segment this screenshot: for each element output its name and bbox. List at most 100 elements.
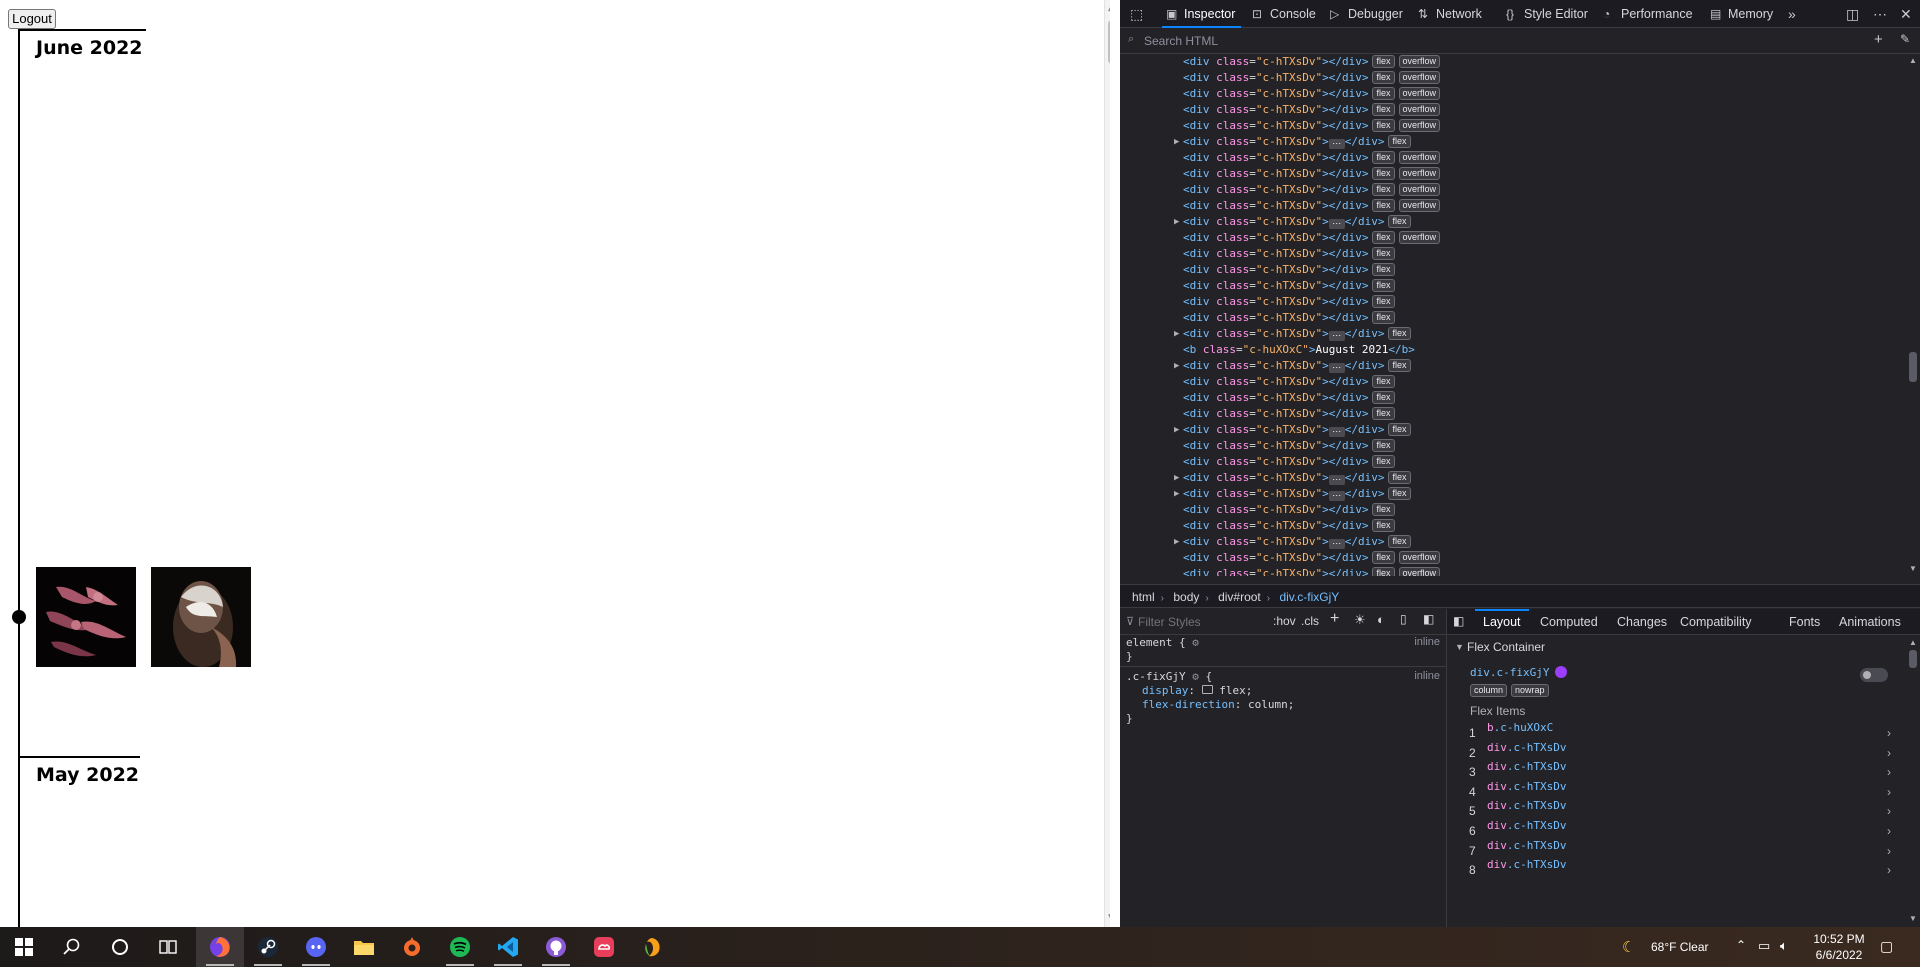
- property-name[interactable]: display: [1142, 684, 1188, 697]
- ellipsis-icon[interactable]: ···: [1328, 427, 1345, 437]
- hover-state-toggle[interactable]: :hov: [1273, 614, 1296, 628]
- ellipsis-icon[interactable]: ···: [1328, 475, 1345, 485]
- vscode-icon[interactable]: [484, 927, 532, 967]
- markup-node[interactable]: <b class="c-huXOxC">August 2021</b>: [1120, 342, 1906, 358]
- gear-icon[interactable]: ⚙: [1192, 636, 1199, 649]
- clock-time[interactable]: 10:52 PM: [1810, 932, 1868, 946]
- ellipsis-icon[interactable]: ···: [1328, 331, 1345, 341]
- creative-cloud-icon[interactable]: [580, 927, 628, 967]
- breadcrumb-item[interactable]: div#root: [1218, 590, 1261, 604]
- markup-node[interactable]: <div class="c-hTXsDv"></div> flex: [1120, 438, 1906, 454]
- property-value[interactable]: column;: [1248, 698, 1294, 711]
- markup-node[interactable]: <div class="c-hTXsDv"></div> flex: [1120, 246, 1906, 262]
- search-html-input[interactable]: [1144, 32, 1844, 50]
- markup-node[interactable]: <div class="c-hTXsDv"></div> flex overflow: [1120, 566, 1906, 576]
- flex-item-name[interactable]: div.c-hTXsDv: [1487, 780, 1566, 793]
- badge-flex[interactable]: flex: [1372, 567, 1395, 576]
- markup-node[interactable]: <div class="c-hTXsDv"></div> flex overflow: [1120, 182, 1906, 198]
- badge-overflow[interactable]: overflow: [1398, 231, 1441, 244]
- markup-node[interactable]: <div class="c-hTXsDv"></div> flex overflow: [1120, 550, 1906, 566]
- badge-flex[interactable]: flex: [1372, 167, 1395, 180]
- badge-flex[interactable]: flex: [1388, 535, 1411, 548]
- color-swatch[interactable]: [1555, 666, 1567, 678]
- badge-flex[interactable]: flex: [1388, 215, 1411, 228]
- github-desktop-icon[interactable]: [532, 927, 580, 967]
- badge-flex[interactable]: flex: [1388, 471, 1411, 484]
- badge-overflow[interactable]: overflow: [1398, 567, 1441, 576]
- badge-flex[interactable]: flex: [1388, 359, 1411, 372]
- badge-flex[interactable]: flex: [1388, 327, 1411, 340]
- ellipsis-icon[interactable]: ···: [1328, 139, 1345, 149]
- markup-node[interactable]: <div class="c-hTXsDv"></div> flex overflow: [1120, 102, 1906, 118]
- property-name[interactable]: flex-direction: [1142, 698, 1235, 711]
- tab-inspector[interactable]: ▣ Inspector: [1162, 0, 1242, 28]
- ellipsis-icon[interactable]: ···: [1328, 491, 1345, 501]
- chevron-right-icon[interactable]: ›: [1887, 858, 1891, 882]
- markup-scroll-thumb[interactable]: [1909, 352, 1917, 382]
- flex-item-name[interactable]: div.c-hTXsDv: [1487, 819, 1566, 832]
- dock-side-icon[interactable]: ◫: [1846, 0, 1859, 28]
- tab-changes[interactable]: Changes: [1617, 609, 1667, 635]
- expand-arrow-icon[interactable]: ▶: [1174, 214, 1179, 230]
- markup-node[interactable]: ▶ <div class="c-hTXsDv"> ··· </div> flex: [1120, 470, 1906, 486]
- badge-flex[interactable]: flex: [1372, 455, 1395, 468]
- gear-icon[interactable]: ⚙: [1192, 670, 1199, 683]
- discord-icon[interactable]: [292, 927, 340, 967]
- markup-node[interactable]: ▶ <div class="c-hTXsDv"> ··· </div> flex: [1120, 422, 1906, 438]
- breadcrumb-item[interactable]: body: [1173, 590, 1199, 604]
- markup-node[interactable]: <div class="c-hTXsDv"></div> flex overflow: [1120, 230, 1906, 246]
- badge-flex[interactable]: flex: [1372, 87, 1395, 100]
- flex-item-name[interactable]: div.c-hTXsDv: [1487, 858, 1566, 871]
- tab-computed[interactable]: Computed: [1540, 609, 1598, 635]
- badge-flex[interactable]: flex: [1372, 71, 1395, 84]
- markup-node[interactable]: ▶ <div class="c-hTXsDv"> ··· </div> flex: [1120, 358, 1906, 374]
- flex-item-name[interactable]: div.c-hTXsDv: [1487, 760, 1566, 773]
- more-tabs-icon[interactable]: »: [1788, 0, 1796, 28]
- more-options-icon[interactable]: ⋯: [1873, 0, 1887, 28]
- network-icon[interactable]: ▭: [1758, 938, 1770, 954]
- firefox-icon[interactable]: [196, 927, 244, 967]
- photo-thumbnail[interactable]: [36, 567, 136, 667]
- badge-flex[interactable]: flex: [1372, 407, 1395, 420]
- badge-flex[interactable]: flex: [1372, 279, 1395, 292]
- markup-node[interactable]: ▶ <div class="c-hTXsDv"> ··· </div> flex: [1120, 534, 1906, 550]
- badge-flex[interactable]: flex: [1388, 487, 1411, 500]
- markup-node[interactable]: ▶ <div class="c-hTXsDv"> ··· </div> flex: [1120, 326, 1906, 342]
- badge-overflow[interactable]: overflow: [1398, 183, 1441, 196]
- scroll-up-icon[interactable]: ▲: [1909, 638, 1917, 647]
- tab-memory[interactable]: ▤ Memory: [1706, 0, 1773, 28]
- badge-overflow[interactable]: overflow: [1398, 87, 1441, 100]
- selector[interactable]: .c-fixGjY: [1126, 670, 1186, 683]
- flex-item-name[interactable]: div.c-hTXsDv: [1487, 839, 1566, 852]
- search-icon[interactable]: [48, 927, 96, 967]
- markup-node[interactable]: <div class="c-hTXsDv"></div> flex overflow: [1120, 198, 1906, 214]
- expand-arrow-icon[interactable]: ▶: [1174, 470, 1179, 486]
- node-text[interactable]: August 2021: [1315, 343, 1388, 356]
- markup-scrollbar[interactable]: ▲ ▼: [1906, 54, 1920, 576]
- scroll-down-icon[interactable]: ▼: [1909, 914, 1917, 923]
- badge-flex[interactable]: flex: [1372, 263, 1395, 276]
- tab-console[interactable]: ⊡ Console: [1248, 0, 1316, 28]
- ellipsis-icon[interactable]: ···: [1328, 539, 1345, 549]
- flex-item-name[interactable]: b.c-huXOxC: [1487, 721, 1553, 734]
- logout-button[interactable]: Logout: [8, 9, 56, 29]
- markup-node[interactable]: <div class="c-hTXsDv"></div> flex: [1120, 454, 1906, 470]
- breadcrumb-item[interactable]: html: [1132, 590, 1155, 604]
- tab-network[interactable]: ⇅ Network: [1414, 0, 1482, 28]
- badge-overflow[interactable]: overflow: [1398, 103, 1441, 116]
- tab-style-editor[interactable]: {} Style Editor: [1502, 0, 1588, 28]
- expand-arrow-icon[interactable]: ▶: [1174, 422, 1179, 438]
- badge-overflow[interactable]: overflow: [1398, 167, 1441, 180]
- breadcrumb-item-selected[interactable]: div.c-fixGjY: [1279, 590, 1339, 604]
- markup-node[interactable]: <div class="c-hTXsDv"></div> flex overflow: [1120, 150, 1906, 166]
- badge-flex[interactable]: flex: [1372, 247, 1395, 260]
- ellipsis-icon[interactable]: ···: [1328, 219, 1345, 229]
- badge-overflow[interactable]: overflow: [1398, 55, 1441, 68]
- declaration[interactable]: display: flex;: [1142, 684, 1252, 698]
- scroll-down-icon[interactable]: ▼: [1108, 913, 1110, 923]
- badge-flex[interactable]: flex: [1372, 503, 1395, 516]
- badge-flex[interactable]: flex: [1388, 135, 1411, 148]
- badge-overflow[interactable]: overflow: [1398, 119, 1441, 132]
- badge-flex[interactable]: flex: [1372, 119, 1395, 132]
- tab-performance[interactable]: ◔ Performance: [1599, 0, 1693, 28]
